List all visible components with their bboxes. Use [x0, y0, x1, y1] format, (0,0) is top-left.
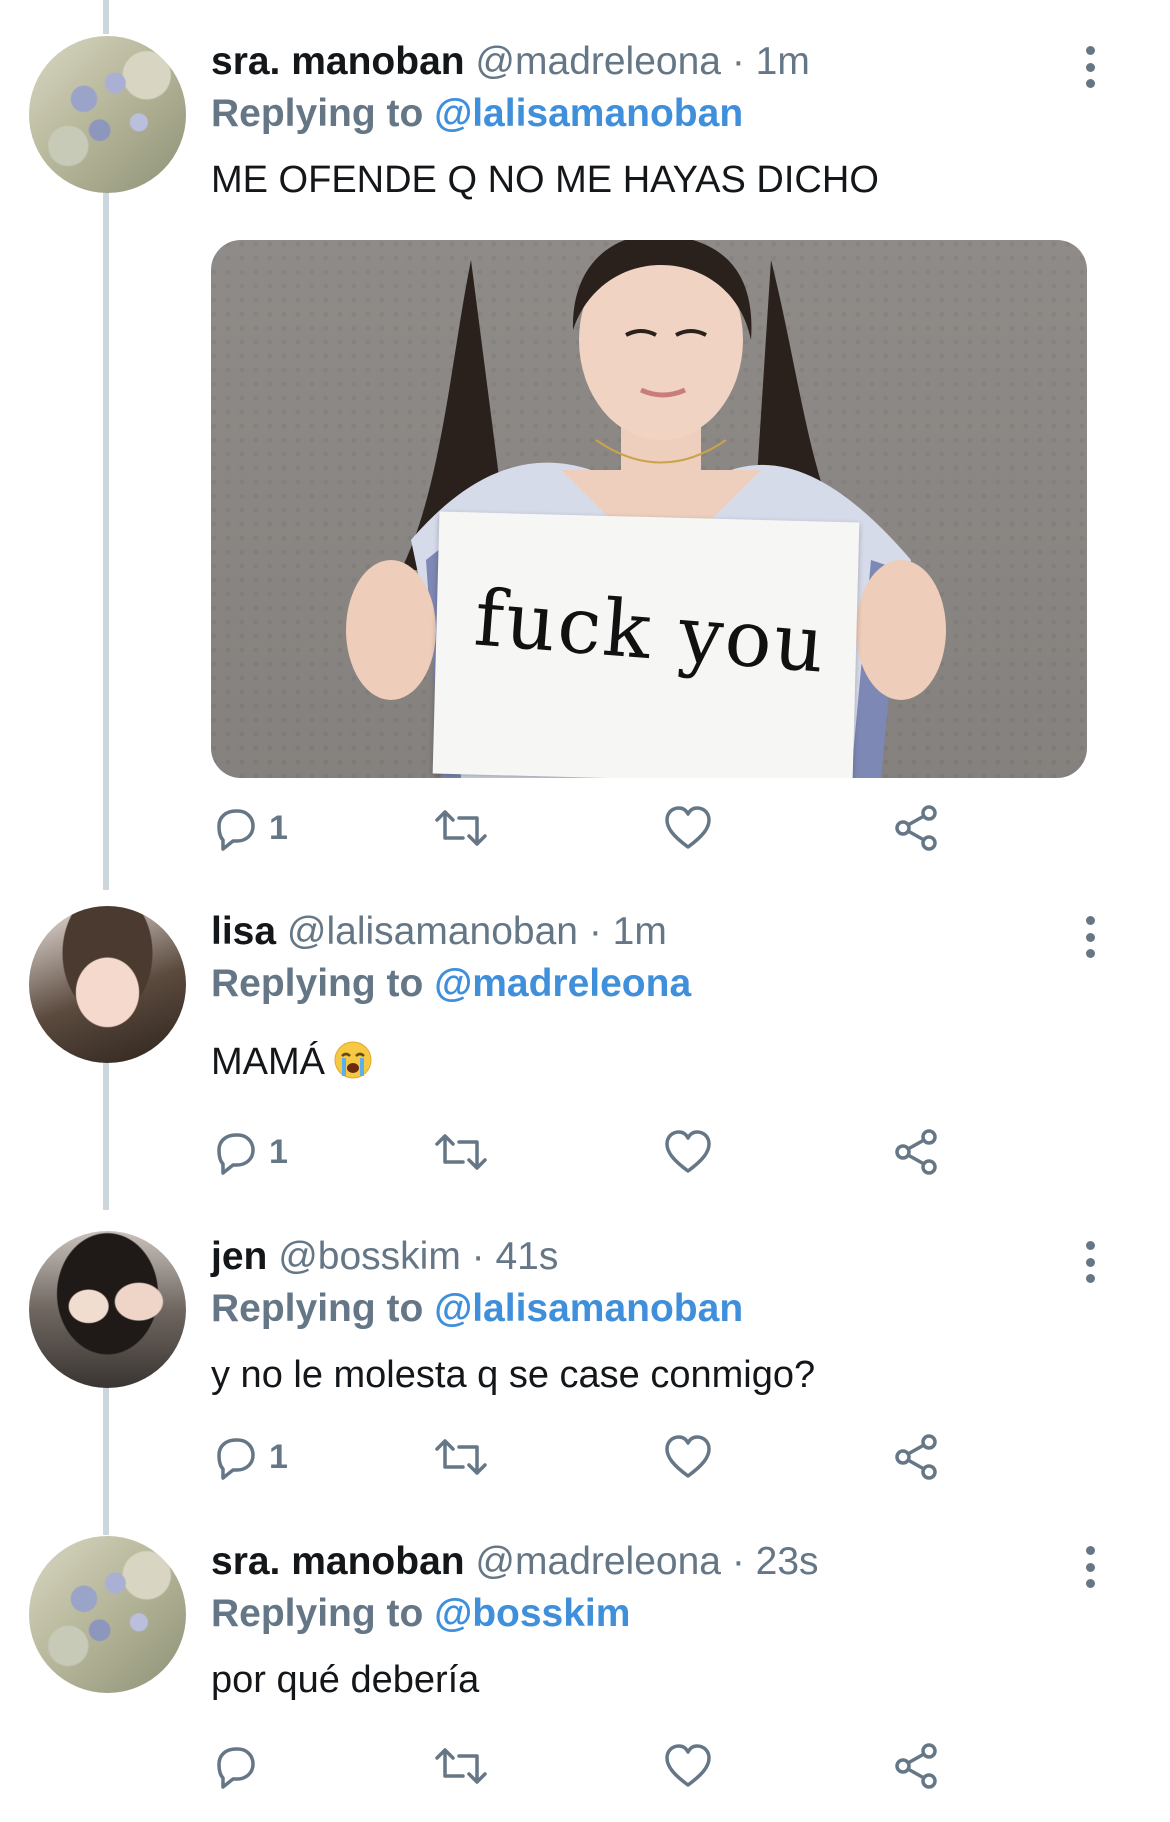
display-name[interactable]: sra. manoban [211, 40, 465, 83]
share-button[interactable] [893, 1429, 943, 1485]
replying-to-label: Replying to [211, 92, 424, 135]
handle-timestamp: @bosskim · 41s [278, 1235, 559, 1278]
share-button[interactable] [893, 1738, 943, 1794]
tweet[interactable]: lisa @lalisamanoban · 1m Replying to @ma… [0, 870, 1170, 1195]
reply-count: 1 [269, 809, 288, 847]
more-options-icon[interactable] [1070, 1542, 1110, 1592]
sign-text: fuck you [471, 573, 830, 691]
sign-paper: fuck you [432, 511, 860, 778]
tweet-thread: sra. manoban @madreleona · 1m Replying t… [0, 0, 1170, 1822]
retweet-button[interactable] [433, 1429, 489, 1485]
share-icon [895, 1129, 937, 1175]
reply-button[interactable]: 1 [211, 1429, 288, 1485]
replying-to-handle[interactable]: @lalisamanoban [434, 1287, 743, 1330]
replying-to: Replying to @lalisamanoban [211, 1285, 743, 1333]
tweet-header: sra. manoban @madreleona · 1m [211, 38, 810, 86]
replying-to-label: Replying to [211, 1592, 424, 1635]
tweet-text-row: MAMÁ [211, 1038, 373, 1086]
share-icon [895, 805, 937, 851]
tweet-text: MAMÁ [211, 1041, 325, 1083]
display-name[interactable]: sra. manoban [211, 1540, 465, 1583]
tweet[interactable]: sra. manoban @madreleona · 1m Replying t… [0, 0, 1170, 870]
tweet-text: por qué debería [211, 1659, 480, 1701]
replying-to: Replying to @bosskim [211, 1590, 630, 1638]
reply-icon [217, 809, 255, 851]
tweet[interactable]: sra. manoban @madreleona · 23s Replying … [0, 1500, 1170, 1822]
tweet[interactable]: jen @bosskim · 41s Replying to @lalisama… [0, 1195, 1170, 1500]
tweet-header: sra. manoban @madreleona · 23s [211, 1538, 819, 1586]
reply-icon [217, 1438, 255, 1480]
reply-button[interactable] [211, 1738, 269, 1794]
handle-timestamp: @lalisamanoban · 1m [286, 910, 667, 953]
heart-icon [665, 1435, 711, 1478]
tweet-actions: 1 [211, 800, 951, 856]
share-icon [895, 1743, 937, 1789]
like-button[interactable] [663, 1124, 713, 1180]
reply-button[interactable]: 1 [211, 1124, 288, 1180]
replying-to-handle[interactable]: @bosskim [434, 1592, 630, 1635]
more-options-icon[interactable] [1070, 912, 1110, 962]
replying-to: Replying to @madreleona [211, 960, 691, 1008]
heart-icon [665, 806, 711, 849]
tweet-header: jen @bosskim · 41s [211, 1233, 558, 1281]
reply-count: 1 [269, 1133, 288, 1171]
replying-to-label: Replying to [211, 1287, 424, 1330]
retweet-icon [435, 1439, 487, 1475]
share-icon [895, 1434, 937, 1480]
more-options-icon[interactable] [1070, 42, 1110, 92]
share-button[interactable] [893, 1124, 943, 1180]
heart-icon [665, 1130, 711, 1173]
tweet-text: y no le molesta q se case conmigo? [211, 1354, 816, 1396]
reply-button[interactable]: 1 [211, 800, 288, 856]
reply-icon [217, 1747, 255, 1789]
heart-icon [665, 1744, 711, 1787]
handle-timestamp: @madreleona · 1m [475, 40, 810, 83]
avatar[interactable] [29, 906, 186, 1063]
display-name[interactable]: lisa [211, 910, 276, 953]
tweet-photo[interactable]: fuck you [211, 240, 1087, 778]
retweet-icon [435, 1134, 487, 1170]
replying-to-label: Replying to [211, 962, 424, 1005]
retweet-button[interactable] [433, 800, 489, 856]
retweet-icon [435, 1748, 487, 1784]
like-button[interactable] [663, 1738, 713, 1794]
replying-to-handle[interactable]: @lalisamanoban [434, 92, 743, 135]
tweet-text: ME OFENDE Q NO ME HAYAS DICHO [211, 159, 879, 201]
share-button[interactable] [893, 800, 943, 856]
like-button[interactable] [663, 800, 713, 856]
reply-count: 1 [269, 1438, 288, 1476]
replying-to: Replying to @lalisamanoban [211, 90, 743, 138]
like-button[interactable] [663, 1429, 713, 1485]
reply-icon [217, 1133, 255, 1175]
display-name[interactable]: jen [211, 1235, 267, 1278]
tweet-header: lisa @lalisamanoban · 1m [211, 908, 667, 956]
retweet-button[interactable] [433, 1738, 489, 1794]
avatar[interactable] [29, 1231, 186, 1388]
retweet-icon [435, 810, 487, 846]
tweet-actions: 1 [211, 1124, 951, 1180]
handle-timestamp: @madreleona · 23s [475, 1540, 819, 1583]
avatar[interactable] [29, 1536, 186, 1693]
retweet-button[interactable] [433, 1124, 489, 1180]
tweet-actions [211, 1738, 951, 1794]
avatar[interactable] [29, 36, 186, 193]
replying-to-handle[interactable]: @madreleona [434, 962, 691, 1005]
tweet-actions: 1 [211, 1429, 951, 1485]
loudly-crying-face-emoji [334, 1041, 372, 1079]
more-options-icon[interactable] [1070, 1237, 1110, 1287]
